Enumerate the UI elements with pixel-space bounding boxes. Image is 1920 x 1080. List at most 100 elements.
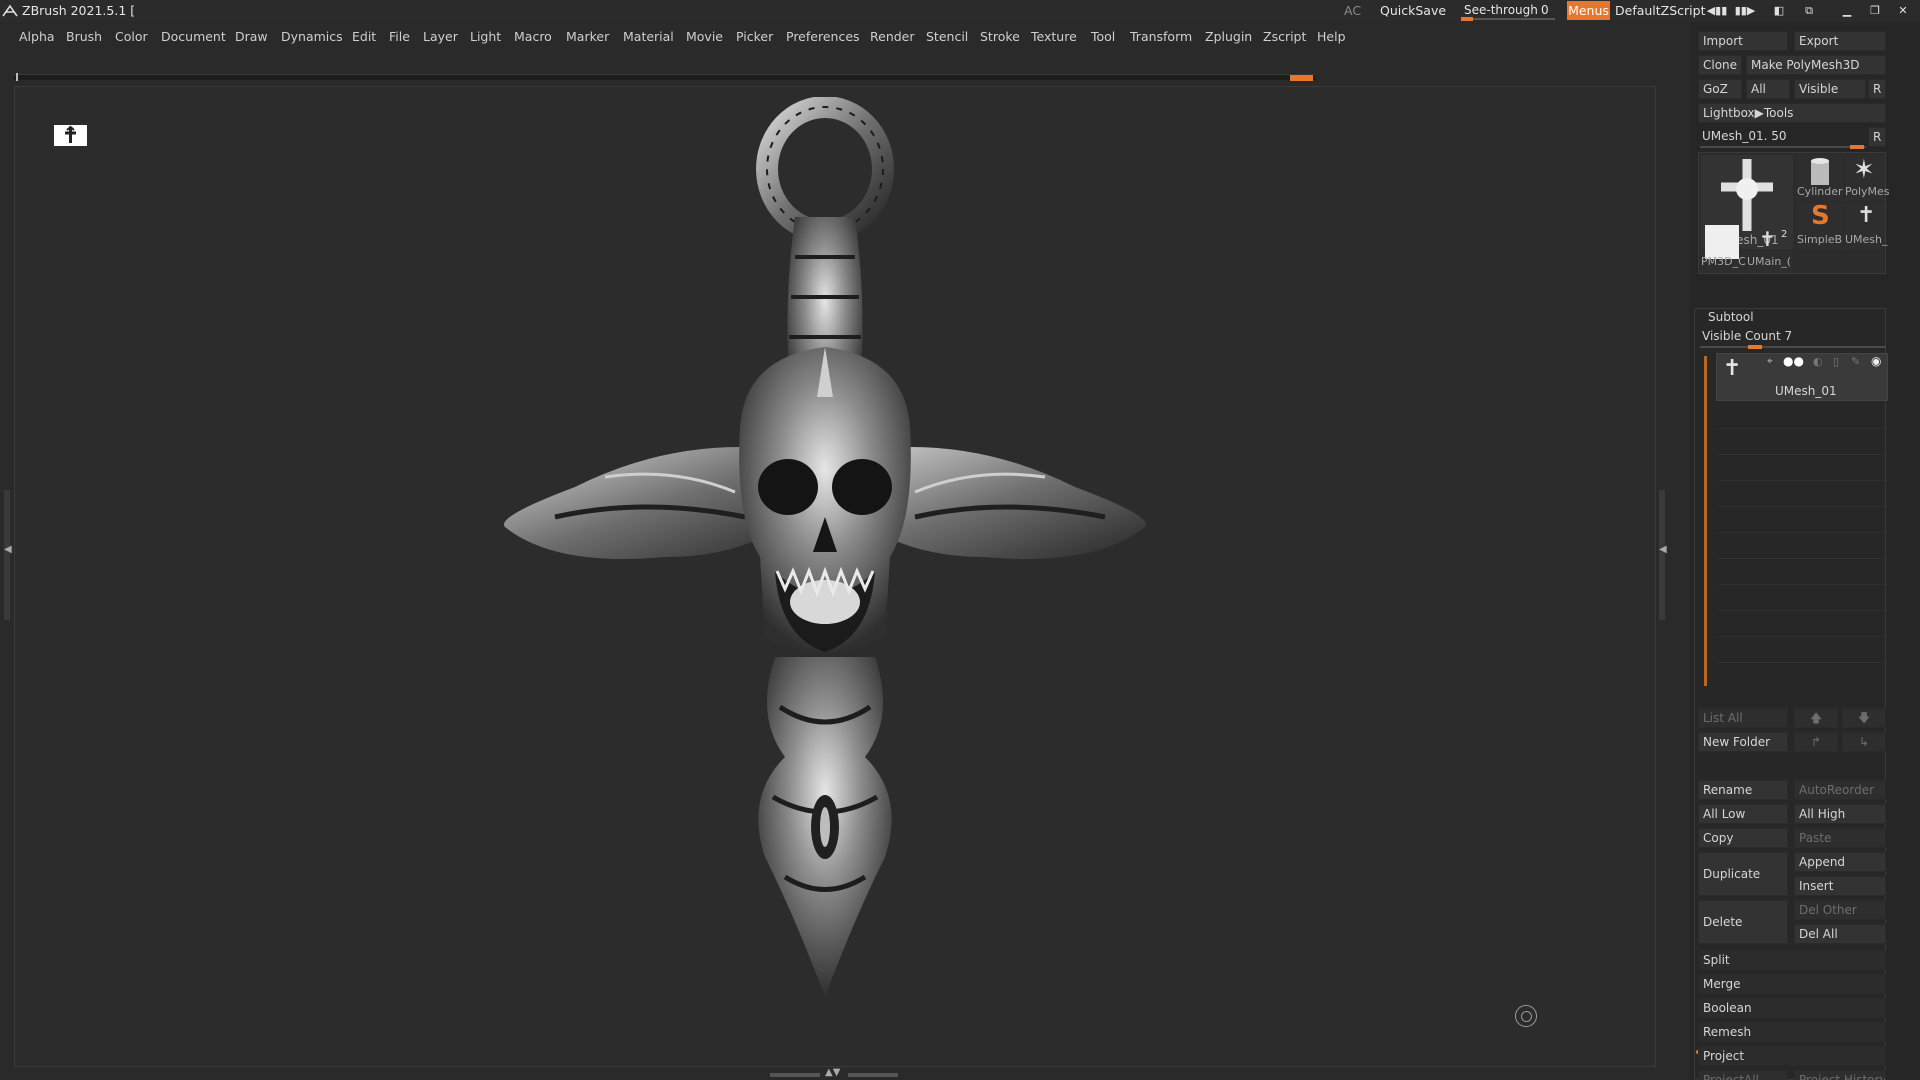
menus-button[interactable]: Menus (1567, 1, 1610, 20)
duplicate-button[interactable]: Duplicate (1698, 852, 1788, 896)
paste-button[interactable]: Paste (1794, 828, 1886, 848)
export-button[interactable]: Export (1794, 31, 1886, 51)
import-button[interactable]: Import (1698, 31, 1788, 51)
visible-count-slider[interactable] (1700, 346, 1886, 348)
tool-r-button[interactable]: R (1868, 127, 1886, 147)
clone-button[interactable]: Clone (1698, 55, 1742, 75)
project-history-button[interactable]: Project History (1794, 1070, 1886, 1080)
subtool-pen-icon[interactable]: ✎ (1851, 355, 1860, 368)
expand-tray-arrow-icon[interactable]: ▲▼ (825, 1067, 840, 1078)
menu-texture[interactable]: Texture (1031, 29, 1077, 44)
subtool-eye-icon[interactable]: ◉ (1871, 354, 1881, 368)
append-button[interactable]: Append (1794, 852, 1886, 872)
menu-macro[interactable]: Macro (514, 29, 552, 44)
menu-light[interactable]: Light (470, 29, 501, 44)
goz-visible-button[interactable]: Visible (1794, 79, 1866, 99)
project-section[interactable]: Project (1698, 1046, 1886, 1066)
document-viewport[interactable] (14, 86, 1656, 1067)
move-up-arrow-icon[interactable]: 🡅 (1794, 708, 1838, 728)
menu-picker[interactable]: Picker (736, 29, 773, 44)
subtool-title[interactable]: Subtool (1708, 310, 1754, 324)
right-tray-handle[interactable] (1659, 490, 1665, 620)
menu-zscript[interactable]: Zscript (1263, 29, 1306, 44)
close-icon[interactable]: ✕ (1892, 3, 1914, 19)
current-tool-slider[interactable] (1700, 146, 1866, 148)
quicksave-button[interactable]: QuickSave (1380, 3, 1446, 18)
menu-file[interactable]: File (389, 29, 410, 44)
menu-transform[interactable]: Transform (1130, 29, 1192, 44)
folder-arrow-down-icon[interactable]: ↳ (1842, 732, 1886, 752)
lightbox-tools-button[interactable]: Lightbox▶Tools (1698, 103, 1886, 123)
insert-button[interactable]: Insert (1794, 876, 1886, 896)
menu-help[interactable]: Help (1317, 29, 1346, 44)
menu-edit[interactable]: Edit (352, 29, 376, 44)
seethrough-slider[interactable] (1461, 18, 1555, 20)
menu-stencil[interactable]: Stencil (926, 29, 968, 44)
menu-movie[interactable]: Movie (686, 29, 723, 44)
del-all-button[interactable]: Del All (1794, 924, 1886, 944)
subtool-scrollbar[interactable] (1704, 356, 1707, 686)
maximize-icon[interactable]: ❐ (1864, 3, 1886, 19)
merge-section[interactable]: Merge (1698, 974, 1886, 994)
layout-left-icon[interactable]: ◀▮▮ (1706, 3, 1728, 19)
subtool-folder-icon[interactable]: ▯ (1833, 355, 1839, 368)
goz-r-button[interactable]: R (1868, 79, 1886, 99)
layout-window-icon[interactable]: ◧ (1768, 3, 1790, 19)
menu-draw[interactable]: Draw (235, 29, 268, 44)
remesh-section[interactable]: Remesh (1698, 1022, 1886, 1042)
menu-brush[interactable]: Brush (66, 29, 102, 44)
subtool-half-circle-icon[interactable]: ◐ (1813, 355, 1823, 368)
tool-thumb-pm3d[interactable]: PM3D_C (1701, 225, 1746, 273)
menu-document[interactable]: Document (161, 29, 226, 44)
menu-color[interactable]: Color (115, 29, 148, 44)
subtool-polypaint-toggle-icon[interactable]: ●● (1783, 354, 1804, 368)
menu-dynamics[interactable]: Dynamics (281, 29, 343, 44)
layout-swap-icon[interactable]: ⧉ (1798, 3, 1820, 19)
tool-thumb-cylinder[interactable]: Cylinder (1797, 155, 1843, 201)
del-other-button[interactable]: Del Other (1794, 900, 1886, 920)
autoreorder-button[interactable]: AutoReorder (1794, 780, 1886, 800)
menu-stroke[interactable]: Stroke (980, 29, 1020, 44)
left-tray-arrow-icon[interactable]: ◀ (4, 544, 12, 555)
right-tray-arrow-icon[interactable]: ◀ (1659, 544, 1667, 555)
menu-material[interactable]: Material (623, 29, 674, 44)
menu-zplugin[interactable]: Zplugin (1205, 29, 1252, 44)
make-polymesh3d-button[interactable]: Make PolyMesh3D (1746, 55, 1886, 75)
tool-thumb-umain[interactable]: ✝ 2 UMain_( (1747, 227, 1793, 273)
visible-count-slider-knob[interactable] (1748, 345, 1762, 349)
current-tool-slider-knob[interactable] (1850, 145, 1864, 149)
split-section[interactable]: Split (1698, 950, 1886, 970)
tool-thumb-polymesh[interactable]: ✶ PolyMes (1845, 155, 1890, 201)
menu-layer[interactable]: Layer (423, 29, 458, 44)
menu-preferences[interactable]: Preferences (786, 29, 860, 44)
list-all-button[interactable]: List All (1698, 708, 1788, 728)
new-folder-button[interactable]: New Folder (1698, 732, 1788, 752)
menu-render[interactable]: Render (870, 29, 915, 44)
subtool-brush-icon[interactable]: ⌖ (1767, 356, 1773, 367)
goz-button[interactable]: GoZ (1698, 79, 1742, 99)
all-low-button[interactable]: All Low (1698, 804, 1788, 824)
goz-all-button[interactable]: All (1746, 79, 1790, 99)
tool-thumb-simplebrush[interactable]: S SimpleB (1797, 201, 1843, 249)
project-all-button[interactable]: ProjectAll (1698, 1070, 1788, 1080)
tool-thumb-umesh[interactable]: ✝ UMesh_ (1845, 203, 1888, 249)
subtool-item-umesh01[interactable]: ✝ ⌖ ●● ◐ ▯ ✎ ◉ UMesh_01 (1716, 353, 1888, 401)
folder-arrow-up-icon[interactable]: ↱ (1794, 732, 1838, 752)
rename-button[interactable]: Rename (1698, 780, 1788, 800)
default-zscript-button[interactable]: DefaultZScript (1615, 3, 1706, 18)
boolean-section[interactable]: Boolean (1698, 998, 1886, 1018)
bottom-tray-handle[interactable]: ▲▼ (770, 1067, 900, 1080)
menu-tool[interactable]: Tool (1091, 29, 1115, 44)
layout-right-icon[interactable]: ▮▮▶ (1734, 3, 1756, 19)
seethrough-slider-knob[interactable] (1461, 17, 1473, 21)
minimize-icon[interactable]: ▁ (1836, 3, 1858, 19)
all-high-button[interactable]: All High (1794, 804, 1886, 824)
copy-button[interactable]: Copy (1698, 828, 1788, 848)
skull-cross-pendant-model[interactable] (495, 97, 1175, 1057)
cross-model-icon[interactable] (54, 125, 87, 146)
menu-alpha[interactable]: Alpha (19, 29, 55, 44)
delete-button[interactable]: Delete (1698, 900, 1788, 944)
move-down-arrow-icon[interactable]: 🡇 (1842, 708, 1886, 728)
gyro-rotate-icon[interactable] (1515, 1005, 1537, 1027)
ac-button[interactable]: AC (1344, 3, 1361, 18)
